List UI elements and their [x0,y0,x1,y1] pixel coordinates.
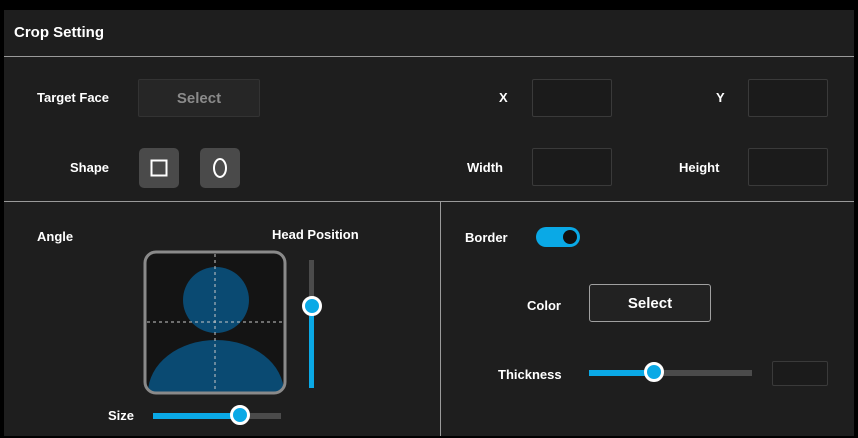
thickness-knob[interactable] [644,362,665,382]
square-icon [150,159,168,177]
width-label: Width [467,160,503,175]
thickness-input[interactable] [772,361,828,386]
x-input[interactable] [532,79,612,117]
y-label: Y [716,90,725,105]
column-divider [440,202,441,436]
y-input[interactable] [748,79,828,117]
portrait-preview [143,250,287,395]
x-label: X [499,90,508,105]
size-fill [153,413,241,419]
head-position-fill [309,306,314,388]
panel-title: Crop Setting [14,24,104,41]
border-toggle-knob [563,230,577,244]
thickness-slider[interactable] [589,362,752,383]
size-slider[interactable] [153,405,281,426]
border-label: Border [465,230,508,245]
size-label: Size [108,408,135,423]
color-label: Color [527,298,561,313]
head-position-knob[interactable] [302,296,322,317]
shape-label: Shape [70,160,110,175]
shape-square-button[interactable] [139,148,179,188]
thickness-label: Thickness [498,367,562,382]
panel-header: Crop Setting [4,10,854,57]
border-toggle[interactable] [536,227,580,247]
ellipse-icon [213,158,227,178]
height-input[interactable] [748,148,828,186]
target-face-label: Target Face [37,90,110,105]
section-divider [4,201,854,202]
size-knob[interactable] [230,405,251,425]
color-select-button[interactable]: Select [589,284,711,322]
crop-setting-panel: Crop Setting Target Face Select X Y Shap… [4,10,854,436]
width-input[interactable] [532,148,612,186]
height-label: Height [679,160,720,175]
head-position-label: Head Position [272,227,359,242]
head-position-slider[interactable] [302,260,322,388]
target-face-select-button[interactable]: Select [138,79,260,117]
shape-ellipse-button[interactable] [200,148,240,188]
portrait-icon [143,250,287,395]
angle-label: Angle [37,229,74,244]
